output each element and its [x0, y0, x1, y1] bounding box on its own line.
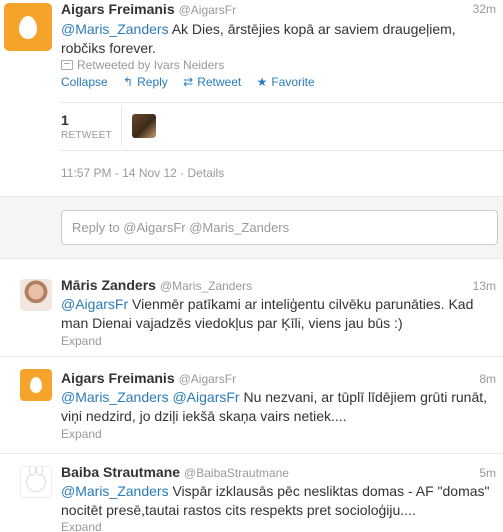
favorite-label: Favorite [271, 75, 315, 89]
reply-tweet[interactable]: Baiba Strautmane @BaibaStrautmane 5m @Mar… [0, 454, 503, 532]
tweet-text: @Maris_Zanders Vispār izklausās pēc nesl… [61, 482, 491, 520]
fullname[interactable]: Aigars Freimanis [61, 370, 175, 386]
username[interactable]: @AigarsFr [179, 372, 237, 386]
reply-icon: ↰ [123, 75, 134, 89]
expand-link[interactable]: Expand [61, 520, 102, 532]
tweet-time[interactable]: 5m [479, 466, 496, 480]
fullname[interactable]: Baiba Strautmane [61, 464, 180, 480]
retweeted-by-label: Retweeted by Ivars Neiders [77, 58, 225, 72]
egg-icon [30, 377, 42, 393]
mention-link[interactable]: @Maris_Zanders [61, 21, 169, 37]
divider [61, 150, 503, 151]
divider [61, 102, 503, 103]
avatar[interactable] [20, 369, 52, 401]
tweet-header: Aigars Freimanis @AigarsFr [61, 370, 503, 388]
avatar[interactable] [20, 279, 52, 311]
reply-input[interactable]: Reply to @AigarsFr @Maris_Zanders [61, 210, 498, 245]
favorite-button[interactable]: ★ Favorite [257, 75, 315, 89]
tweet-text: @Maris_Zanders @AigarsFr Nu nezvani, ar … [61, 388, 491, 426]
reply-button[interactable]: ↰ Reply [123, 75, 168, 89]
reply-placeholder: Reply to @AigarsFr @Maris_Zanders [72, 220, 290, 235]
tweet-header: Māris Zanders @Maris_Zanders [61, 277, 503, 295]
fullname[interactable]: Māris Zanders [61, 277, 156, 293]
tweet-header: Aigars Freimanis @AigarsFr [61, 1, 503, 19]
expanded-tweet[interactable]: Aigars Freimanis @AigarsFr 32m @Maris_Zan… [0, 0, 503, 196]
mention-link[interactable]: @Maris_Zanders [61, 389, 169, 405]
tweet-text: @AigarsFr Vienmēr patīkami ar inteliģent… [61, 295, 491, 333]
tweet-time[interactable]: 32m [473, 2, 496, 16]
retweet-count[interactable]: 1 [61, 112, 69, 128]
reply-label: Reply [137, 75, 168, 89]
tweet-actions: Collapse ↰ Reply ⇄ Retweet ★ Favorite [61, 75, 327, 89]
reply-tweet[interactable]: Aigars Freimanis @AigarsFr 8m @Maris_Zand… [0, 357, 503, 453]
retweet-small-icon [61, 60, 73, 70]
tweet-timestamp: 11:57 PM - 14 Nov 12 · Details [61, 166, 225, 180]
reply-tweet[interactable]: Māris Zanders @Maris_Zanders 13m @AigarsF… [0, 259, 503, 356]
stats-separator [121, 106, 122, 146]
tweet-header: Baiba Strautmane @BaibaStrautmane [61, 464, 503, 482]
divider [0, 196, 503, 197]
username[interactable]: @Maris_Zanders [160, 279, 252, 293]
fullname[interactable]: Aigars Freimanis [61, 1, 175, 17]
avatar[interactable] [20, 466, 52, 498]
username[interactable]: @BaibaStrautmane [184, 466, 289, 480]
retweet-count-label: RETWEET [61, 130, 112, 141]
username[interactable]: @AigarsFr [179, 3, 237, 17]
mention-link[interactable]: @Maris_Zanders [61, 483, 169, 499]
retweeter-avatar[interactable] [132, 114, 156, 138]
retweet-icon: ⇄ [183, 75, 194, 89]
egg-icon [19, 15, 37, 39]
avatar[interactable] [4, 3, 52, 51]
timestamp-value[interactable]: 11:57 PM - 14 Nov 12 [61, 166, 177, 180]
expand-link[interactable]: Expand [61, 427, 102, 441]
tweet-text: @Maris_Zanders Ak Dies, ārstējies kopā a… [61, 20, 491, 58]
retweeted-by[interactable]: Retweeted by Ivars Neiders [61, 58, 224, 72]
star-icon: ★ [256, 75, 268, 89]
collapse-link[interactable]: Collapse [61, 75, 108, 89]
retweet-button[interactable]: ⇄ Retweet [183, 75, 241, 89]
tweet-time[interactable]: 8m [479, 372, 496, 386]
tweet-time[interactable]: 13m [473, 279, 496, 293]
expand-link[interactable]: Expand [61, 334, 102, 348]
bunny-icon [26, 467, 46, 492]
mention-link[interactable]: @AigarsFr [172, 389, 239, 405]
details-link[interactable]: Details [188, 166, 225, 180]
retweet-label: Retweet [197, 75, 242, 89]
mention-link[interactable]: @AigarsFr [61, 296, 128, 312]
